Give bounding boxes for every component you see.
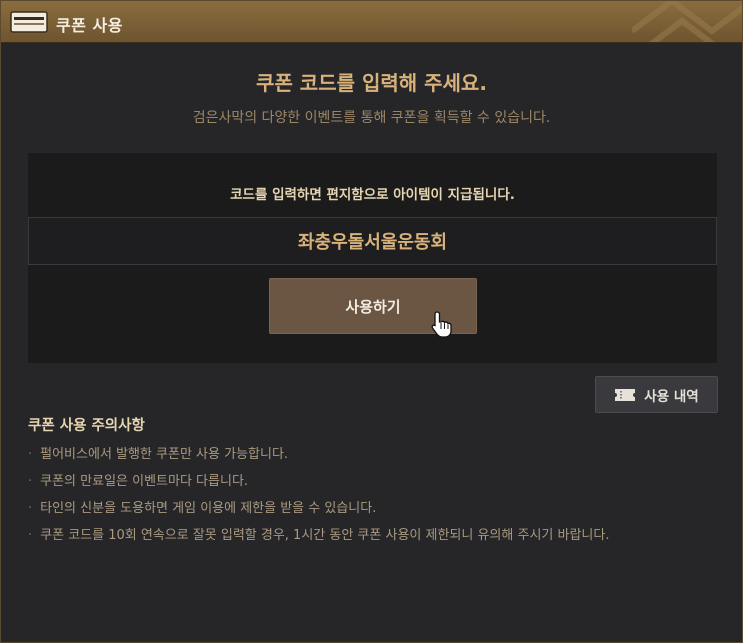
instruction-text: 코드를 입력하면 편지함으로 아이템이 지급됩니다.: [230, 187, 515, 203]
window-titlebar: 쿠폰 사용: [1, 1, 742, 43]
notice-list: · 펄어비스에서 발행한 쿠폰만 사용 가능합니다. · 쿠폰의 만료일은 이벤트마…: [28, 446, 609, 554]
coupon-input-panel: 코드를 입력하면 편지함으로 아이템이 지급됩니다. 사용하기: [28, 153, 717, 363]
notice-title: 쿠폰 사용 주의사항: [28, 418, 145, 434]
list-item: · 쿠폰 코드를 10회 연속으로 잘못 입력할 경우, 1시간 동안 쿠폰 사용…: [28, 528, 610, 543]
list-item: · 펄어비스에서 발행한 쿠폰만 사용 가능합니다.: [28, 447, 289, 462]
list-item: · 타인의 신분을 도용하면 게임 이용에 제한을 받을 수 있습니다.: [28, 501, 377, 516]
page-subheading: 검은사막의 다양한 이벤트를 통해 쿠폰을 획득할 수 있습니다.: [192, 110, 551, 126]
coupon-icon: [10, 11, 48, 33]
coupon-window: 쿠폰 사용 쿠폰 코드를 입력해 주세요. 검은사막의 다양한 이벤트를 통해 …: [0, 0, 743, 643]
usage-history-label: 사용 내역: [644, 388, 699, 405]
page-heading: 쿠폰 코드를 입력해 주세요.: [256, 71, 487, 95]
title-decoration-icon: [632, 1, 742, 42]
window-title: 쿠폰 사용: [56, 16, 123, 35]
ticket-icon: [615, 388, 636, 401]
hand-cursor-icon: [431, 311, 452, 338]
usage-history-button[interactable]: 사용 내역: [595, 376, 718, 413]
coupon-code-input[interactable]: [28, 217, 717, 265]
list-item: · 쿠폰의 만료일은 이벤트마다 다릅니다.: [28, 474, 249, 489]
